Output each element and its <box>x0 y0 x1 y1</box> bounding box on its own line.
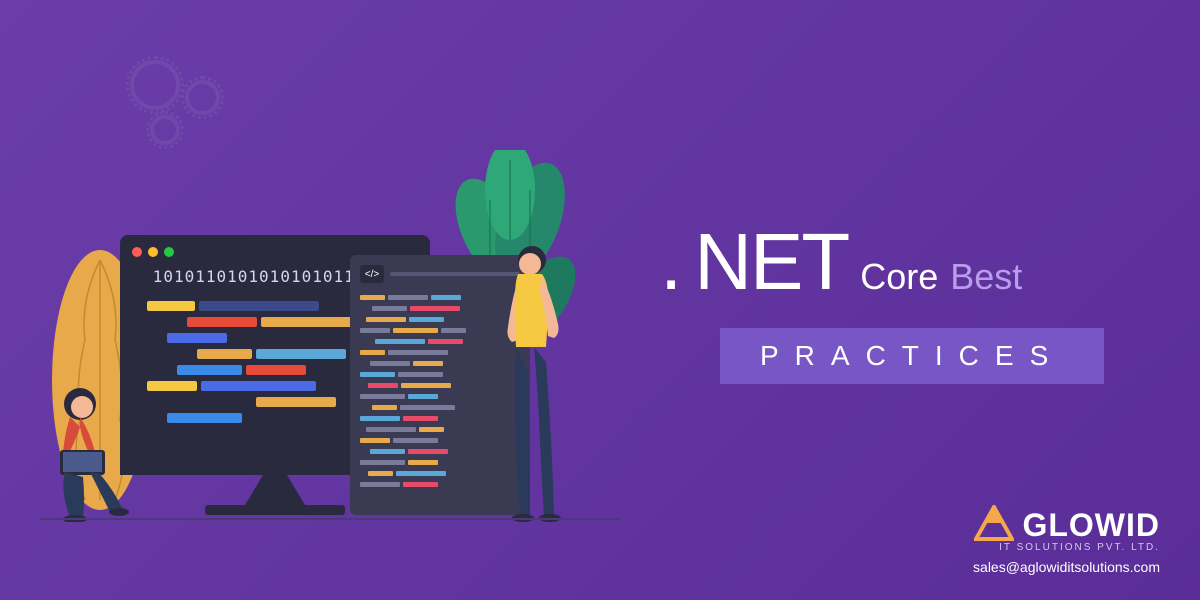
company-tagline: IT SOLUTIONS PVT. LTD. <box>999 542 1160 553</box>
title-row: . NET Core Best <box>660 216 1022 308</box>
practices-badge: PRACTICES <box>720 328 1104 384</box>
illustration-section: 10101101010101010110101 </> <box>0 0 660 600</box>
minimize-dot-icon <box>148 247 158 257</box>
logo-area: GLOWID IT SOLUTIONS PVT. LTD. sales@aglo… <box>949 505 1160 575</box>
maximize-dot-icon <box>164 247 174 257</box>
person-standing-illustration <box>490 242 580 522</box>
title-dot: . <box>660 216 682 308</box>
contact-email: sales@aglowiditsolutions.com <box>949 559 1160 575</box>
title-core: Core <box>860 256 938 298</box>
close-dot-icon <box>132 247 142 257</box>
logo-triangle-icon <box>974 505 1014 546</box>
title-net: NET <box>694 216 848 308</box>
monitor-stand <box>245 475 305 505</box>
banner-container: 10101101010101010110101 </> <box>0 0 1200 600</box>
code-icon: </> <box>360 265 384 283</box>
monitor-base <box>205 505 345 515</box>
ground-line <box>40 518 620 520</box>
person-sitting-illustration <box>35 382 155 522</box>
practices-text: PRACTICES <box>760 340 1064 371</box>
company-name: GLOWID <box>1022 507 1160 544</box>
title-best: Best <box>950 256 1022 298</box>
